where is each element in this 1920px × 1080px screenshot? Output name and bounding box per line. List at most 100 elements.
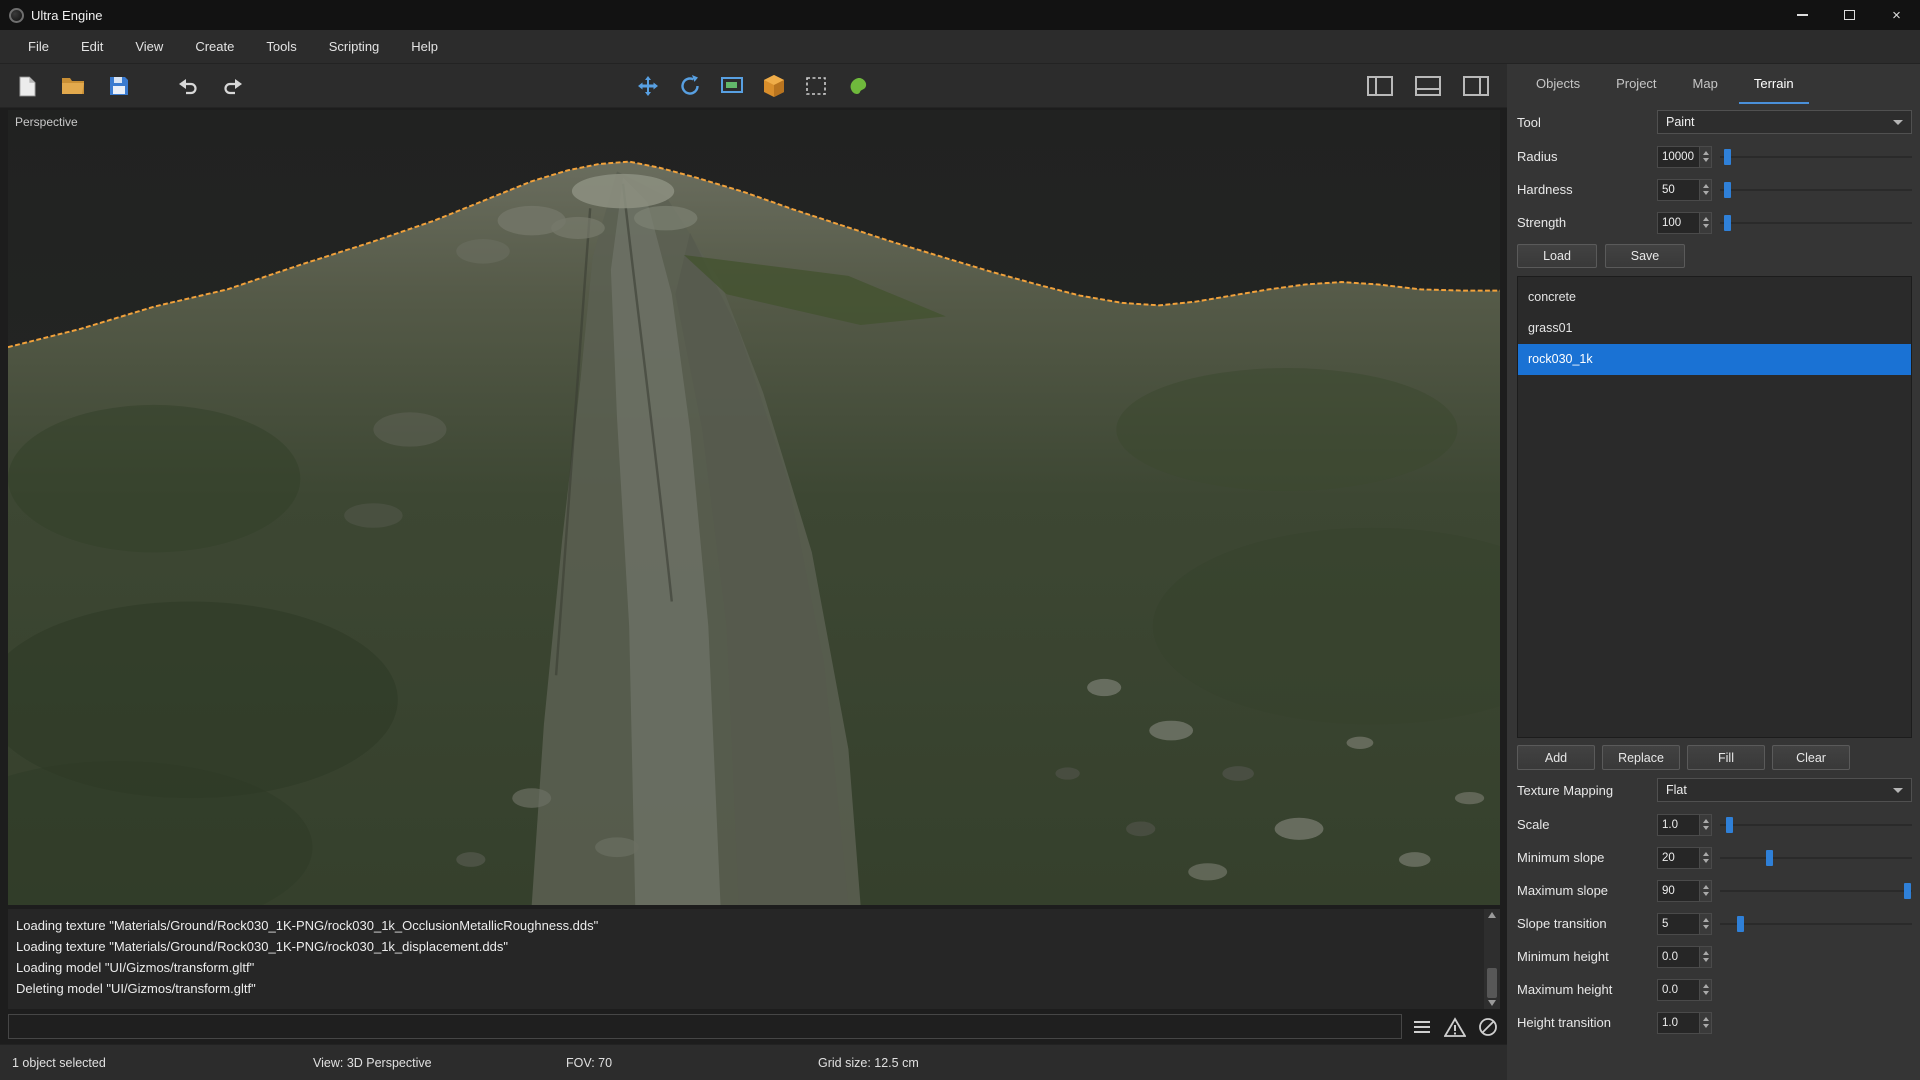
scale-slider-handle[interactable] — [1726, 817, 1733, 833]
spinner-down-icon[interactable] — [1703, 826, 1709, 830]
redo-button[interactable] — [218, 71, 248, 101]
spinner-down-icon[interactable] — [1703, 925, 1709, 929]
min-slope-slider[interactable] — [1720, 847, 1912, 869]
max-slope-input[interactable]: 90 — [1657, 880, 1699, 902]
radius-spinner[interactable] — [1699, 146, 1712, 168]
menu-create[interactable]: Create — [179, 30, 250, 63]
min-slope-input[interactable]: 20 — [1657, 847, 1699, 869]
hardness-spinner[interactable] — [1699, 179, 1712, 201]
menu-file[interactable]: File — [12, 30, 65, 63]
strength-spinner[interactable] — [1699, 212, 1712, 234]
spinner-down-icon[interactable] — [1703, 224, 1709, 228]
menu-scripting[interactable]: Scripting — [313, 30, 396, 63]
hardness-input[interactable]: 50 — [1657, 179, 1699, 201]
max-slope-slider-handle[interactable] — [1904, 883, 1911, 899]
spinner-down-icon[interactable] — [1703, 859, 1709, 863]
spinner-down-icon[interactable] — [1703, 1024, 1709, 1028]
menu-view[interactable]: View — [119, 30, 179, 63]
load-button[interactable]: Load — [1517, 244, 1597, 268]
replace-button[interactable]: Replace — [1602, 745, 1680, 770]
spinner-up-icon[interactable] — [1703, 151, 1709, 155]
rotate-tool-button[interactable] — [675, 71, 705, 101]
radius-input[interactable]: 10000 — [1657, 146, 1699, 168]
hardness-slider-handle[interactable] — [1724, 182, 1731, 198]
spinner-up-icon[interactable] — [1703, 918, 1709, 922]
objects-tool-button[interactable] — [759, 71, 789, 101]
spinner-up-icon[interactable] — [1703, 184, 1709, 188]
radius-slider-handle[interactable] — [1724, 149, 1731, 165]
texture-item-rock030-1k[interactable]: rock030_1k — [1518, 344, 1911, 375]
slope-transition-spinner[interactable] — [1699, 913, 1712, 935]
slope-transition-input[interactable]: 5 — [1657, 913, 1699, 935]
scrollbar-track[interactable] — [1484, 918, 1500, 1000]
add-button[interactable]: Add — [1517, 745, 1595, 770]
spinner-up-icon[interactable] — [1703, 885, 1709, 889]
spinner-down-icon[interactable] — [1703, 958, 1709, 962]
radius-slider[interactable] — [1720, 146, 1912, 168]
slope-transition-slider[interactable] — [1720, 913, 1912, 935]
strength-slider[interactable] — [1720, 212, 1912, 234]
max-height-input[interactable]: 0.0 — [1657, 979, 1699, 1001]
scale-input[interactable]: 1.0 — [1657, 814, 1699, 836]
hardness-slider[interactable] — [1720, 179, 1912, 201]
layout-bottom-panel-button[interactable] — [1413, 71, 1443, 101]
scroll-down-icon[interactable] — [1488, 1000, 1496, 1006]
undo-button[interactable] — [172, 71, 202, 101]
texture-item-concrete[interactable]: concrete — [1518, 282, 1911, 313]
max-slope-slider[interactable] — [1720, 880, 1912, 902]
layout-left-panel-button[interactable] — [1365, 71, 1395, 101]
spinner-up-icon[interactable] — [1703, 1017, 1709, 1021]
scale-spinner[interactable] — [1699, 814, 1712, 836]
maximize-button[interactable] — [1826, 0, 1873, 30]
height-transition-spinner[interactable] — [1699, 1012, 1712, 1034]
menu-tools[interactable]: Tools — [250, 30, 312, 63]
spinner-up-icon[interactable] — [1703, 217, 1709, 221]
spinner-up-icon[interactable] — [1703, 951, 1709, 955]
height-transition-input[interactable]: 1.0 — [1657, 1012, 1699, 1034]
spinner-down-icon[interactable] — [1703, 991, 1709, 995]
warnings-button[interactable] — [1443, 1015, 1467, 1039]
tab-map[interactable]: Map — [1678, 64, 1733, 104]
min-height-spinner[interactable] — [1699, 946, 1712, 968]
strength-slider-handle[interactable] — [1724, 215, 1731, 231]
spinner-down-icon[interactable] — [1703, 191, 1709, 195]
menu-help[interactable]: Help — [395, 30, 454, 63]
scale-tool-button[interactable] — [717, 71, 747, 101]
spinner-up-icon[interactable] — [1703, 819, 1709, 823]
spinner-down-icon[interactable] — [1703, 158, 1709, 162]
menu-edit[interactable]: Edit — [65, 30, 119, 63]
slope-transition-slider-handle[interactable] — [1737, 916, 1744, 932]
console-command-input[interactable] — [8, 1014, 1402, 1039]
min-height-input[interactable]: 0.0 — [1657, 946, 1699, 968]
save-button[interactable] — [104, 71, 134, 101]
max-slope-spinner[interactable] — [1699, 880, 1712, 902]
max-height-spinner[interactable] — [1699, 979, 1712, 1001]
layout-right-panel-button[interactable] — [1461, 71, 1491, 101]
clear-button[interactable]: Clear — [1772, 745, 1850, 770]
console-scrollbar[interactable] — [1484, 909, 1500, 1009]
move-tool-button[interactable] — [633, 71, 663, 101]
texture-item-grass01[interactable]: grass01 — [1518, 313, 1911, 344]
fill-button[interactable]: Fill — [1687, 745, 1765, 770]
minimize-button[interactable] — [1779, 0, 1826, 30]
spinner-up-icon[interactable] — [1703, 852, 1709, 856]
tab-objects[interactable]: Objects — [1521, 64, 1595, 104]
terrain-paint-tool-button[interactable] — [843, 71, 873, 101]
viewport-3d[interactable]: Perspective — [8, 110, 1500, 905]
spinner-down-icon[interactable] — [1703, 892, 1709, 896]
strength-input[interactable]: 100 — [1657, 212, 1699, 234]
min-slope-spinner[interactable] — [1699, 847, 1712, 869]
tool-dropdown[interactable]: Paint — [1657, 110, 1912, 134]
viewport-3d-canvas[interactable] — [8, 110, 1500, 905]
save-terrain-button[interactable]: Save — [1605, 244, 1685, 268]
scale-slider[interactable] — [1720, 814, 1912, 836]
tab-project[interactable]: Project — [1601, 64, 1671, 104]
texture-list[interactable]: concrete grass01 rock030_1k — [1517, 276, 1912, 738]
log-list-button[interactable] — [1410, 1015, 1434, 1039]
tab-terrain[interactable]: Terrain — [1739, 64, 1809, 104]
close-button[interactable]: × — [1873, 0, 1920, 30]
min-slope-slider-handle[interactable] — [1766, 850, 1773, 866]
clear-log-button[interactable] — [1476, 1015, 1500, 1039]
spinner-up-icon[interactable] — [1703, 984, 1709, 988]
new-file-button[interactable] — [12, 71, 42, 101]
